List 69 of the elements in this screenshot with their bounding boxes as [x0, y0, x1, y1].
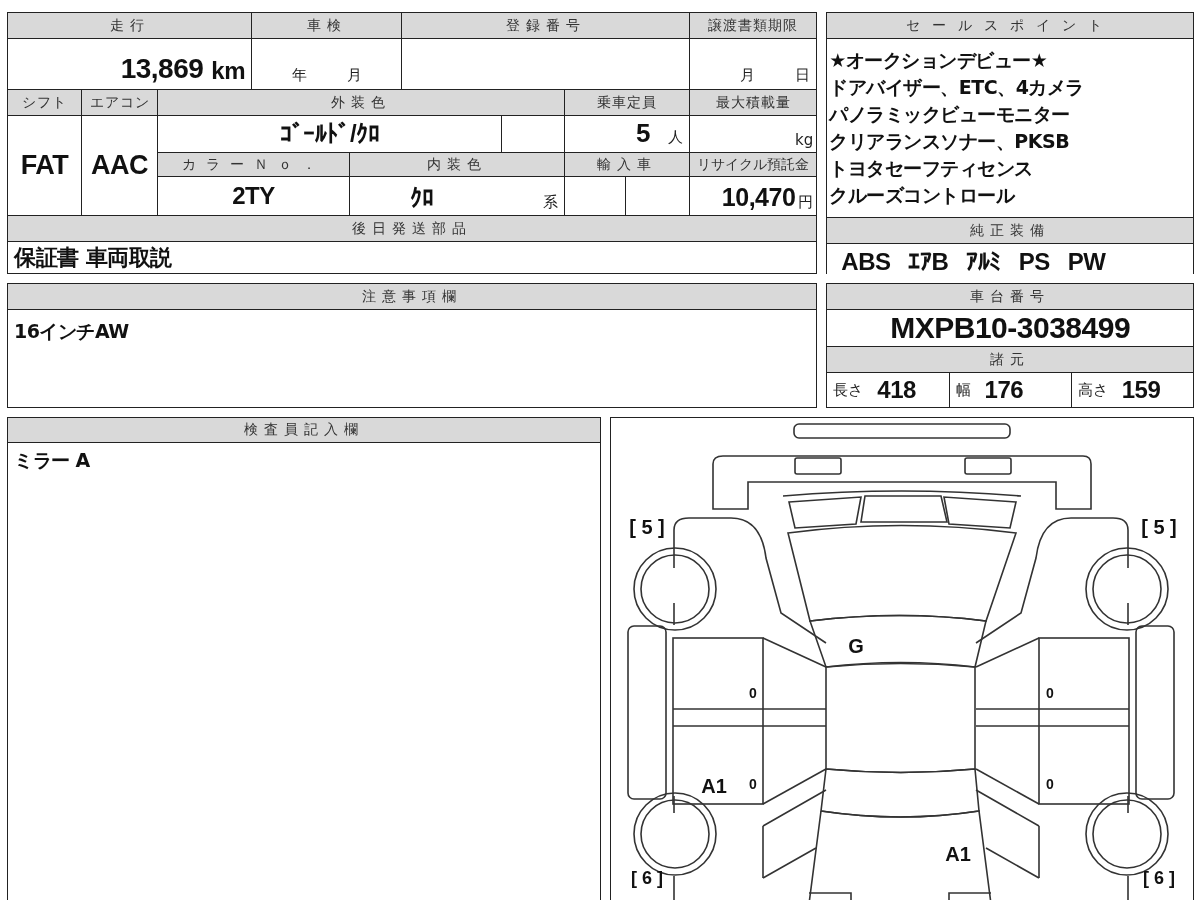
spec-label: 長さ — [833, 380, 864, 400]
exterior-color-value: ｺﾞｰﾙﾄﾞ/ｸﾛ — [279, 120, 380, 148]
sales-point-line: クリアランスソナー、PKSB — [829, 129, 1071, 154]
currency-unit: 円 — [798, 193, 814, 212]
damage-mark: A1 — [945, 843, 971, 865]
damage-mark: 0 — [749, 685, 757, 701]
equipment-item: ｴｱB — [908, 248, 949, 276]
spec-label: 幅 — [955, 380, 971, 400]
equipment-item: PS — [1018, 248, 1050, 276]
recycle-deposit-value: 10,470 — [721, 183, 796, 212]
table-header: 登録番号 — [402, 13, 689, 38]
table-header: 譲渡書類期限 — [690, 13, 817, 38]
aircon-value: AAC — [91, 150, 148, 181]
table-header: リサイクル預託金 — [690, 153, 817, 176]
sales-point-line: トヨタセーフティセンス — [829, 156, 1034, 181]
table-header: 後日発送部品 — [8, 216, 817, 241]
damage-mark: 0 — [1046, 776, 1054, 792]
color-number-value: 2TY — [232, 182, 275, 210]
sales-point-line: ドアバイザー、ETC、4カメラ — [829, 75, 1085, 100]
mileage-unit: km — [211, 57, 245, 85]
month-unit: 月 — [346, 66, 362, 85]
table-header: 注意事項欄 — [8, 284, 817, 309]
damage-mark: [ 6 ] — [631, 868, 663, 888]
table-header: セールスポイント — [827, 13, 1193, 38]
interior-color-value: ｸﾛ — [410, 184, 433, 212]
table-header: 輸入車 — [565, 153, 689, 176]
damage-mark: A1 — [701, 775, 727, 797]
spec-value: 418 — [877, 376, 916, 404]
table-header: 最大積載量 — [690, 90, 817, 115]
capacity-unit: 人 — [668, 128, 683, 148]
inspector-notes-text: ミラー A — [14, 448, 91, 473]
table-header: 諸元 — [827, 347, 1193, 372]
table-header: 検査員記入欄 — [8, 418, 600, 442]
damage-mark: 0 — [1046, 685, 1054, 701]
equipment-item: ｱﾙﾐ — [966, 248, 1001, 276]
table-header: カラーＮｏ． — [158, 153, 349, 176]
table-header: 内装色 — [350, 153, 564, 176]
month-unit: 月 — [740, 66, 756, 85]
damage-mark: [ 5 ] — [629, 516, 665, 538]
table-header: 車台番号 — [827, 284, 1193, 309]
year-unit: 年 — [291, 66, 307, 85]
mileage-value: 13,869 — [120, 53, 204, 85]
table-header: 外装色 — [158, 90, 564, 115]
equipment-item: ABS — [841, 248, 891, 276]
table-header: 走行 — [8, 13, 251, 38]
spec-label: 高さ — [1077, 380, 1108, 400]
equipment-item: PW — [1067, 248, 1106, 276]
damage-mark: [ 6 ] — [1143, 868, 1175, 888]
interior-color-suffix: 系 — [543, 193, 558, 212]
damage-mark: 0 — [749, 776, 757, 792]
table-header: 純正装備 — [827, 218, 1193, 243]
shift-value: FAT — [20, 150, 69, 181]
table-header: 乗車定員 — [565, 90, 689, 115]
table-header: 車検 — [252, 13, 401, 38]
damage-mark: [ 5 ] — [1141, 516, 1177, 538]
later-shipped-parts-value: 保証書 車両取説 — [14, 244, 172, 271]
damage-mark: G — [848, 635, 864, 657]
table-header: エアコン — [82, 90, 157, 115]
load-unit: kg — [795, 131, 814, 149]
spec-value: 176 — [984, 376, 1024, 404]
capacity-value: 5 — [636, 118, 650, 149]
day-unit: 日 — [795, 66, 811, 85]
sales-point-line: パノラミックビューモニター — [829, 102, 1071, 127]
table-header: シフト — [8, 90, 81, 115]
sales-point-line: クルーズコントロール — [829, 183, 1016, 208]
chassis-number-value: MXPB10-3038499 — [890, 311, 1131, 345]
notes-text: 16インチAW — [14, 319, 130, 344]
sales-point-line: ★オークションデビュー★ — [829, 48, 1049, 73]
spec-value: 159 — [1121, 376, 1161, 404]
